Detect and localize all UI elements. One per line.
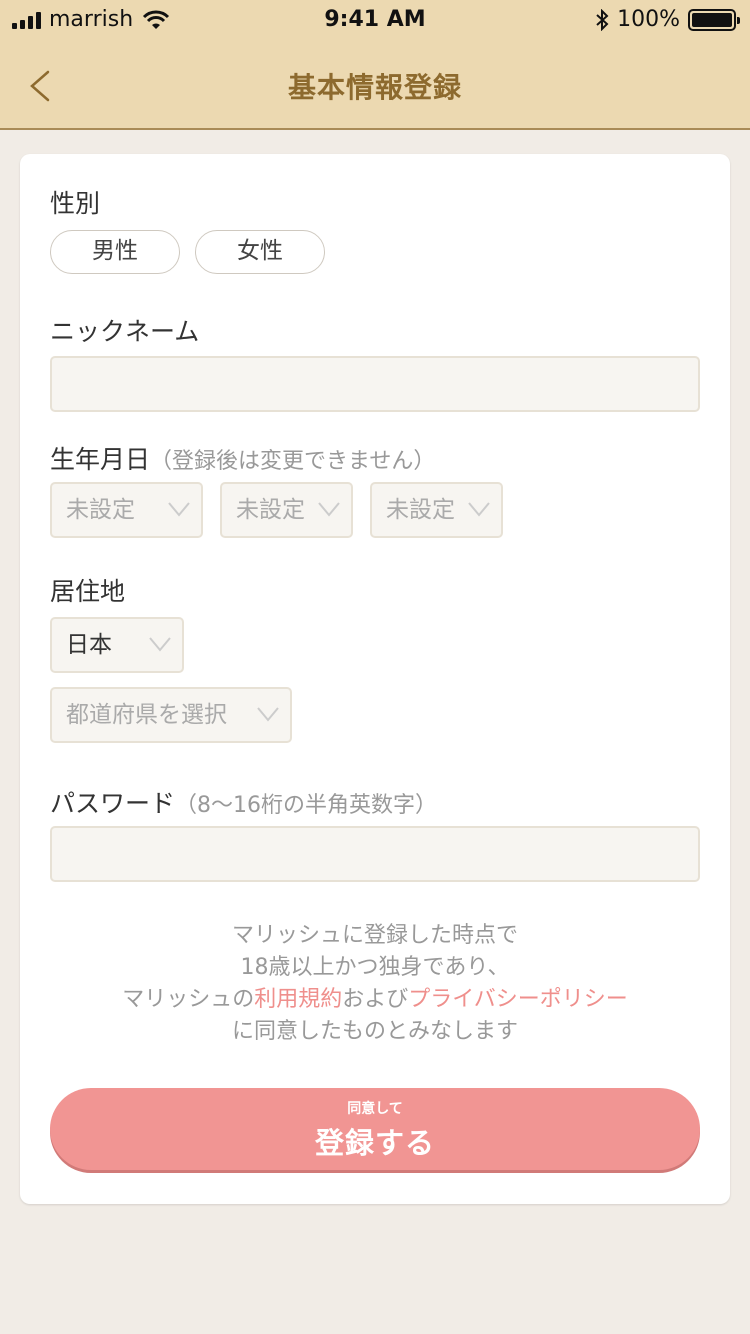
country-select[interactable]: 日本 <box>50 617 184 673</box>
gender-female-button[interactable]: 女性 <box>195 230 325 274</box>
bluetooth-icon <box>596 8 609 31</box>
agreement-prefix: マリッシュの <box>122 987 255 1012</box>
birthday-note: （登録後は変更できません） <box>150 449 436 474</box>
battery-percent: 100% <box>617 7 680 32</box>
residence-label: 居住地 <box>50 577 126 606</box>
birth-year-value: 未設定 <box>66 497 135 523</box>
chevron-down-icon <box>149 637 171 652</box>
battery-icon <box>688 8 740 31</box>
password-label-text: パスワード <box>50 789 176 818</box>
agreement-line-3: マリッシュの利用規約およびプライバシーポリシー <box>20 984 730 1016</box>
register-button-label: 登録する <box>314 1126 435 1160</box>
agreement-line-2: 18歳以上かつ独身であり、 <box>240 955 510 980</box>
birthday-label: 生年月日（登録後は変更できません） <box>50 440 435 476</box>
agreement-mid: および <box>342 987 409 1012</box>
form-card: 性別 男性 女性 ニックネーム 生年月日（登録後は変更できません） 未設定 未設… <box>20 154 730 1204</box>
agreement-text: マリッシュに登録した時点で 18歳以上かつ独身であり、 マリッシュの利用規約およ… <box>20 920 730 1048</box>
chevron-down-icon <box>168 502 190 517</box>
country-value: 日本 <box>66 632 112 658</box>
agreement-line-4: に同意したものとみなします <box>231 1019 518 1044</box>
birth-month-value: 未設定 <box>236 497 305 523</box>
birth-day-value: 未設定 <box>386 497 455 523</box>
birth-day-select[interactable]: 未設定 <box>370 482 503 538</box>
birthday-label-text: 生年月日 <box>50 445 151 474</box>
privacy-policy-link[interactable]: プライバシーポリシー <box>408 987 628 1012</box>
prefecture-select[interactable]: 都道府県を選択 <box>50 687 292 743</box>
page-title: 基本情報登録 <box>287 71 462 104</box>
nav-bar: 基本情報登録 <box>0 40 750 130</box>
nickname-label: ニックネーム <box>50 317 200 346</box>
chevron-down-icon <box>318 502 340 517</box>
register-button[interactable]: 同意して 登録する <box>50 1088 700 1170</box>
status-bar: marrish 9:41 AM 100% <box>0 0 750 40</box>
gender-male-button[interactable]: 男性 <box>50 230 180 274</box>
password-label: パスワード（8〜16桁の半角英数字） <box>50 784 437 820</box>
chevron-down-icon <box>468 502 490 517</box>
chevron-down-icon <box>257 707 279 722</box>
terms-link[interactable]: 利用規約 <box>254 987 342 1012</box>
password-input[interactable] <box>50 826 700 882</box>
status-right: 100% <box>595 7 740 32</box>
agreement-line-1: マリッシュに登録した時点で <box>231 923 518 948</box>
gender-label: 性別 <box>50 189 101 218</box>
birth-month-select[interactable]: 未設定 <box>220 482 353 538</box>
birth-year-select[interactable]: 未設定 <box>50 482 203 538</box>
prefecture-placeholder: 都道府県を選択 <box>66 702 227 728</box>
register-button-sublabel: 同意して <box>347 1101 403 1117</box>
password-note: （8〜16桁の半角英数字） <box>175 793 438 818</box>
nickname-input[interactable] <box>50 356 700 412</box>
